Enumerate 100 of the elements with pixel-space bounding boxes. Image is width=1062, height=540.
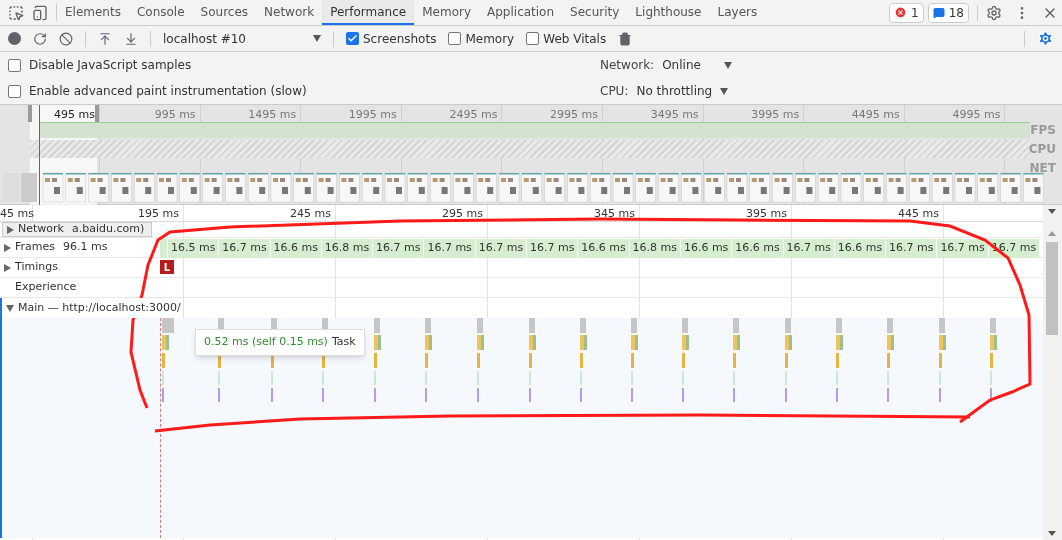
selection-handle[interactable] (95, 105, 99, 122)
message-icon (932, 6, 945, 19)
task-stack[interactable] (682, 318, 689, 402)
expand-arrow-icon (4, 263, 11, 272)
selection-handle[interactable] (28, 105, 32, 122)
settings-icon[interactable] (986, 4, 1002, 21)
tab[interactable]: Console (128, 0, 193, 25)
frame-bar[interactable]: 16.7 ms (886, 239, 937, 258)
tab[interactable]: Lighthouse (627, 0, 710, 25)
task-stack[interactable] (425, 318, 432, 402)
checkbox-label: Screenshots (363, 30, 437, 48)
cpu-label: CPU: (600, 83, 629, 100)
timing-marker[interactable]: L (160, 260, 174, 274)
frame-bar[interactable]: 16.7 ms (424, 239, 475, 258)
frame-bar[interactable]: 16.7 ms (219, 239, 270, 258)
tab[interactable]: Network (256, 0, 323, 25)
trash-icon[interactable] (618, 31, 633, 46)
profile-select[interactable]: localhost #10 (163, 29, 321, 48)
overview-tick-label: 4495 ms (850, 107, 900, 123)
track-header[interactable]: Timings (4, 258, 58, 277)
task-stack[interactable] (580, 318, 587, 402)
network-throttling-select[interactable]: Online (662, 56, 733, 74)
frame-bar[interactable]: 16.7 ms (373, 239, 424, 258)
overview-tick-label: 4995 ms (951, 107, 1001, 123)
overview-tick-label: 2495 ms (448, 107, 498, 123)
checkbox[interactable] (346, 32, 359, 45)
tab[interactable]: Performance (322, 0, 415, 25)
track-header[interactable]: Frames 96.1 ms (4, 238, 108, 257)
collapse-arrow-icon (6, 304, 14, 312)
ruler-tick-label: 45 ms (0, 206, 35, 222)
frame-bar[interactable]: 16.7 ms (783, 239, 834, 258)
tab[interactable]: Memory (414, 0, 479, 25)
task-stack[interactable] (631, 318, 638, 402)
cpu-throttling-select[interactable]: No throttling (636, 82, 729, 100)
overview-tick-label: 3495 ms (649, 107, 699, 123)
overview-tick-label: 3995 ms (750, 107, 800, 123)
overview-tick-label: 495 ms (53, 107, 95, 123)
tab[interactable]: Layers (709, 0, 766, 25)
ruler-tick-label: 395 ms (745, 206, 787, 222)
track-header[interactable]: Main — http://localhost:3000/ (6, 298, 181, 318)
frame-bar[interactable]: 16.7 ms (937, 239, 988, 258)
tooltip: 0.52 ms (self 0.15 ms) Task (195, 329, 365, 356)
task-stack[interactable] (733, 318, 740, 402)
checkbox-label: Memory (465, 30, 515, 48)
upload-icon[interactable] (98, 31, 112, 46)
frame-bar[interactable]: 16.6 ms (834, 239, 886, 258)
download-icon[interactable] (124, 31, 138, 46)
tab[interactable]: Sources (192, 0, 257, 25)
tab[interactable]: Application (479, 0, 563, 25)
task-stack[interactable] (374, 318, 381, 402)
checkbox-label: Enable advanced paint instrumentation (slow) (29, 83, 307, 100)
dropdown-arrow-icon (724, 61, 733, 69)
checkbox[interactable] (8, 58, 21, 72)
capture-settings-icon[interactable] (1037, 30, 1054, 47)
timeline-overview[interactable]: 495 ms 995 ms 1495 ms 1995 ms 2495 ms 2995 ms 3495 ms 3995 ms 4495 ms 4995 ms FPS CPU NET (0, 105, 1062, 205)
ruler-tick-label: 445 ms (897, 206, 939, 222)
inspect-icon[interactable] (8, 4, 24, 21)
task-stack[interactable] (785, 318, 792, 402)
lane-label: FPS (1030, 122, 1056, 139)
task-stack[interactable] (162, 318, 174, 402)
track-header[interactable]: Network a.baidu.com) (2, 222, 152, 237)
error-icon (894, 6, 908, 19)
task-stack[interactable] (939, 318, 946, 402)
tab[interactable]: Security (562, 0, 628, 25)
overview-tick-label: 2995 ms (549, 107, 598, 123)
checkbox-label: Disable JavaScript samples (29, 57, 192, 74)
task-stack[interactable] (836, 318, 843, 402)
checkbox[interactable] (448, 32, 462, 45)
task-stack[interactable] (477, 318, 484, 402)
checkbox-label: Web Vitals (543, 30, 607, 48)
lane-label: NET (1029, 160, 1056, 177)
frame-bar[interactable]: 16.6 ms (578, 239, 629, 258)
task-stack[interactable] (887, 318, 894, 402)
frame-bar[interactable]: 16.8 ms (629, 239, 680, 258)
frame-bar[interactable]: 16.6 ms (680, 239, 732, 258)
ruler-tick-label: 195 ms (137, 206, 179, 222)
scrollbar[interactable] (1043, 205, 1062, 540)
network-label: Network: (600, 57, 655, 74)
dropdown-arrow-icon (313, 35, 321, 42)
task-stack[interactable] (529, 318, 536, 402)
record-icon[interactable] (8, 32, 21, 45)
frame-bar[interactable]: 16.7 ms (527, 239, 578, 258)
frame-bar[interactable]: 16.6 ms (732, 239, 783, 258)
ruler-tick-label: 245 ms (289, 206, 331, 222)
device-toolbar-icon[interactable] (32, 4, 48, 21)
message-count-badge[interactable]: 18 (927, 2, 969, 23)
frame-bar[interactable]: 16.6 ms (270, 239, 321, 258)
task-stack[interactable] (990, 318, 997, 402)
error-count-badge[interactable]: 1 (889, 2, 924, 23)
dropdown-arrow-icon (720, 87, 729, 95)
checkbox[interactable] (526, 32, 540, 45)
reload-icon[interactable] (33, 31, 47, 46)
ruler-tick-label: 345 ms (593, 206, 635, 222)
checkbox[interactable] (8, 84, 21, 98)
tab[interactable]: Elements (57, 0, 129, 25)
frame-bar[interactable]: 16.7 ms (475, 239, 527, 258)
clear-icon[interactable] (59, 31, 73, 46)
lane-label: CPU (1028, 141, 1056, 158)
frame-bar[interactable]: 16.5 ms (168, 239, 219, 258)
frame-bar[interactable]: 16.8 ms (321, 239, 373, 258)
